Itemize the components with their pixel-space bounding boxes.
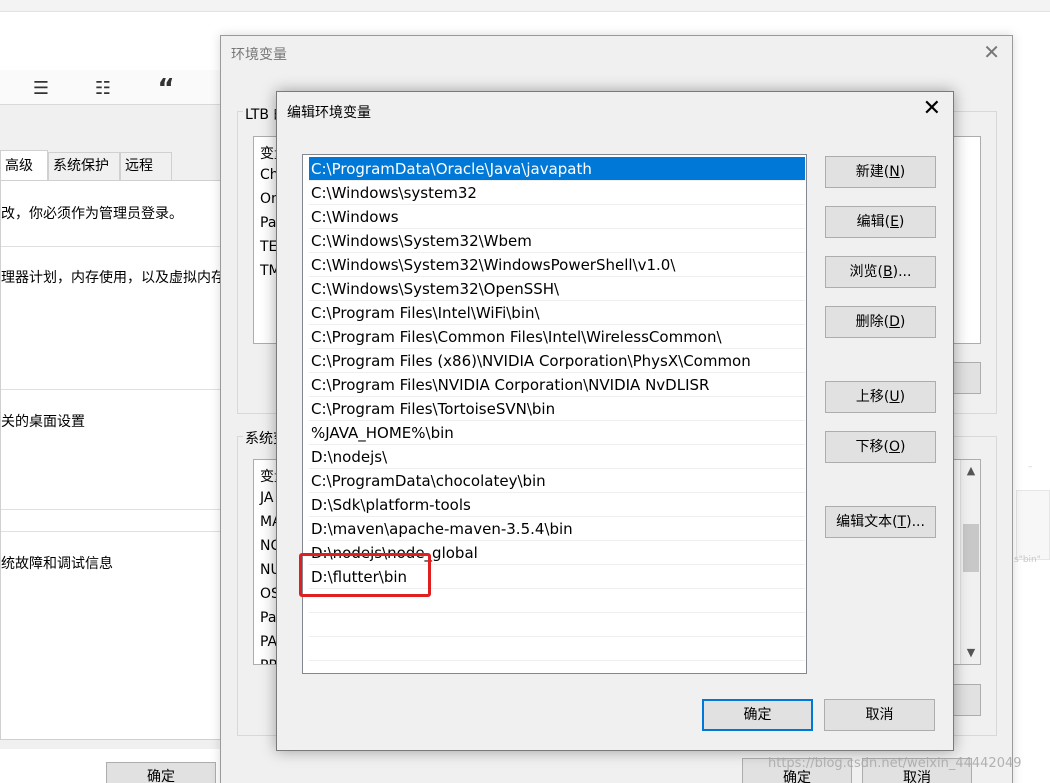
startup-recovery-text: 统故障和调试信息: [1, 556, 113, 572]
edit-text-accel: T: [897, 514, 907, 530]
path-item[interactable]: C:\Program Files\Common Files\Intel\Wire…: [309, 325, 805, 349]
divider: [1, 246, 223, 247]
path-item[interactable]: D:\maven\apache-maven-3.5.4\bin: [309, 517, 805, 541]
tab-remote[interactable]: 远程: [120, 152, 172, 180]
close-icon[interactable]: ✕: [923, 98, 941, 120]
move-down-label: 下移(: [855, 439, 889, 455]
watermark-text: https://blog.csdn.net/weixin_44442049: [768, 756, 1022, 771]
ellipsis: )...: [892, 264, 912, 280]
checklist-icon[interactable]: ☷: [92, 78, 114, 100]
path-item[interactable]: D:\Sdk\platform-tools: [309, 493, 805, 517]
tab-system-protection[interactable]: 系统保护: [48, 152, 120, 180]
edit-environment-variable-dialog: 编辑环境变量 ✕ C:\ProgramData\Oracle\Java\java…: [276, 91, 954, 751]
top-strip: [0, 0, 1050, 12]
path-item[interactable]: C:\Windows\System32\OpenSSH\: [309, 277, 805, 301]
ellipsis: )...: [906, 514, 925, 530]
paren: ): [898, 214, 905, 230]
divider: [1, 531, 223, 532]
edit-label: 编辑(: [856, 214, 891, 230]
system-vars-scrollbar[interactable]: ▲ ▼: [960, 460, 980, 664]
ok-button[interactable]: 确定: [702, 699, 813, 731]
edit-text-label: 编辑文本(: [836, 514, 898, 530]
move-up-button[interactable]: 上移(U): [825, 381, 936, 413]
editor-toolbar: ☰ ☷ “: [0, 70, 230, 108]
tab-advanced[interactable]: 高级: [0, 150, 48, 180]
paren: ): [899, 389, 906, 405]
edit-accel: E: [890, 214, 899, 230]
background-panel: [1016, 490, 1050, 560]
path-item[interactable]: C:\Program Files\Intel\WiFi\bin\: [309, 301, 805, 325]
path-item[interactable]: C:\ProgramData\Oracle\Java\javapath: [309, 157, 805, 181]
list-item[interactable]: PA: [260, 634, 277, 650]
faint-text: s"bin": [1014, 555, 1041, 565]
path-item[interactable]: C:\ProgramData\chocolatey\bin: [309, 469, 805, 493]
divider: [1, 389, 223, 390]
empty-row: [309, 613, 805, 637]
quote-icon[interactable]: “: [155, 76, 177, 102]
list-item[interactable]: Pa: [260, 610, 276, 626]
browse-label: 浏览(: [849, 264, 884, 280]
browse-accel: B: [883, 264, 893, 280]
path-item[interactable]: C:\Windows\System32\WindowsPowerShell\v1…: [309, 253, 805, 277]
divider: [1, 509, 223, 510]
dialog-title: 编辑环境变量: [287, 105, 371, 121]
move-down-button[interactable]: 下移(O): [825, 431, 936, 463]
edit-button[interactable]: 编辑(E): [825, 206, 936, 238]
paren: ): [900, 439, 906, 455]
numbered-list-icon[interactable]: ☰: [30, 78, 52, 100]
empty-row: [309, 637, 805, 661]
path-item[interactable]: D:\nodejs\: [309, 445, 805, 469]
performance-text: 理器计划，内存使用，以及虚拟内存: [1, 270, 225, 286]
list-item[interactable]: TE: [260, 239, 277, 255]
user-profile-text: 关的桌面设置: [1, 414, 85, 430]
annotation-highlight-box: [299, 553, 431, 597]
advanced-tab-content: 改，你必须作为管理员登录。 理器计划，内存使用，以及虚拟内存 关的桌面设置 统故…: [0, 180, 225, 740]
path-item[interactable]: %JAVA_HOME%\bin: [309, 421, 805, 445]
admin-notice-text: 改，你必须作为管理员登录。: [1, 206, 183, 222]
paren: ): [899, 164, 906, 180]
path-item[interactable]: C:\Program Files\NVIDIA Corporation\NVID…: [309, 373, 805, 397]
new-label: 新建(: [855, 164, 890, 180]
scrollbar-thumb[interactable]: [963, 524, 979, 572]
close-icon[interactable]: ✕: [983, 42, 1000, 62]
delete-button[interactable]: 删除(D): [825, 306, 936, 338]
path-item[interactable]: C:\Windows\system32: [309, 181, 805, 205]
new-button[interactable]: 新建(N): [825, 156, 936, 188]
new-accel: N: [889, 164, 900, 180]
path-item[interactable]: C:\Windows\System32\Wbem: [309, 229, 805, 253]
path-item[interactable]: C:\Program Files\TortoiseSVN\bin: [309, 397, 805, 421]
browse-button[interactable]: 浏览(B)...: [825, 256, 936, 288]
env-window-title: 环境变量: [231, 47, 287, 63]
faint-dash: –: [1028, 462, 1033, 472]
move-up-accel: U: [889, 389, 900, 405]
list-item[interactable]: Pa: [260, 215, 276, 231]
delete-label: 删除(: [855, 314, 890, 330]
move-down-accel: O: [888, 439, 901, 455]
move-up-label: 上移(: [855, 389, 890, 405]
path-item[interactable]: C:\Program Files (x86)\NVIDIA Corporatio…: [309, 349, 805, 373]
system-properties-ok-button[interactable]: 确定: [106, 762, 216, 783]
path-item[interactable]: C:\Windows: [309, 205, 805, 229]
delete-accel: D: [889, 314, 900, 330]
scroll-up-icon[interactable]: ▲: [961, 464, 980, 477]
paren: ): [899, 314, 906, 330]
list-item[interactable]: JA: [260, 490, 273, 506]
cancel-button[interactable]: 取消: [824, 699, 935, 731]
scroll-down-icon[interactable]: ▼: [961, 646, 980, 659]
edit-text-button[interactable]: 编辑文本(T)...: [825, 506, 936, 538]
